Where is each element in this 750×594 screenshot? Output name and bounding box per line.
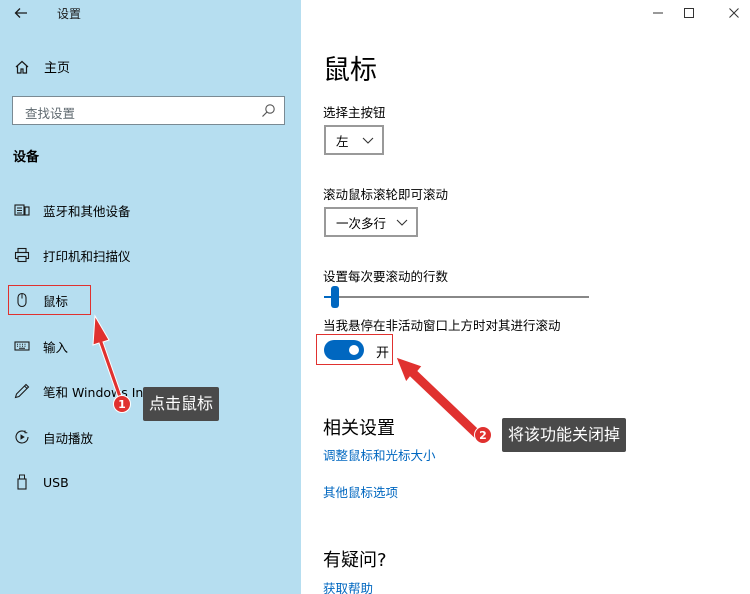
- toggle-highlight-box: [316, 334, 393, 365]
- bluetooth-devices-icon: [14, 204, 30, 216]
- sidebar-item-label: 主页: [44, 61, 71, 76]
- close-icon[interactable]: [727, 6, 741, 20]
- scroll-label: 滚动鼠标滚轮即可滚动: [323, 187, 449, 202]
- mouse-highlight-box: [8, 285, 91, 315]
- window-title: 设置: [57, 7, 82, 21]
- main-pane: 鼠标 选择主按钮 左 滚动鼠标滚轮即可滚动 一次多行 设置每次要滚动的行数 当我…: [301, 0, 750, 594]
- get-help-link[interactable]: 获取帮助: [323, 578, 373, 594]
- annotation-badge-2: 2: [474, 426, 492, 444]
- lines-slider[interactable]: [324, 286, 589, 308]
- slider-thumb[interactable]: [331, 286, 340, 308]
- additional-mouse-options-link[interactable]: 其他鼠标选项: [323, 482, 398, 501]
- primary-button-dropdown[interactable]: 左: [324, 125, 384, 155]
- keyboard-icon: [14, 341, 30, 351]
- sidebar-item-typing[interactable]: 输入: [14, 335, 68, 357]
- dropdown-value: 一次多行: [336, 215, 387, 231]
- search-input[interactable]: 查找设置: [12, 96, 285, 125]
- page-title: 鼠标: [323, 55, 377, 86]
- pen-icon: [14, 383, 30, 399]
- annotation-badge-1: 1: [113, 395, 131, 413]
- chevron-down-icon: [396, 219, 408, 226]
- inactive-scroll-label: 当我悬停在非活动窗口上方时对其进行滚动: [323, 318, 561, 333]
- lines-label: 设置每次要滚动的行数: [323, 269, 449, 284]
- sidebar-item-label: 自动播放: [43, 430, 94, 446]
- arrow-left-icon: [14, 8, 27, 18]
- back-button[interactable]: [10, 2, 32, 24]
- sidebar-item-pen[interactable]: 笔和 Windows Ink: [14, 380, 151, 402]
- sidebar-item-label: 蓝牙和其他设备: [43, 203, 131, 219]
- adjust-cursor-link[interactable]: 调整鼠标和光标大小: [323, 445, 436, 464]
- sidebar-item-bluetooth[interactable]: 蓝牙和其他设备: [14, 199, 131, 221]
- primary-button-label: 选择主按钮: [323, 105, 386, 120]
- section-title: 设备: [13, 150, 40, 165]
- search-icon[interactable]: [261, 103, 276, 118]
- search-placeholder: 查找设置: [25, 106, 76, 121]
- sidebar-item-printers[interactable]: 打印机和扫描仪: [14, 244, 131, 266]
- sidebar-item-label: 打印机和扫描仪: [43, 248, 131, 264]
- help-title: 有疑问?: [323, 550, 387, 571]
- related-settings-title: 相关设置: [323, 418, 395, 439]
- dropdown-value: 左: [336, 133, 349, 149]
- autoplay-icon: [15, 430, 29, 444]
- maximize-icon[interactable]: [682, 6, 696, 20]
- home-icon: [15, 60, 29, 74]
- sidebar-item-home[interactable]: 主页: [14, 57, 70, 76]
- sidebar-item-usb[interactable]: USB: [14, 471, 69, 493]
- chevron-down-icon: [362, 137, 374, 144]
- scroll-dropdown[interactable]: 一次多行: [324, 207, 418, 237]
- sidebar-item-label: 笔和 Windows Ink: [43, 384, 151, 400]
- sidebar-item-label: USB: [43, 474, 69, 490]
- annotation-tip-1: 点击鼠标: [143, 387, 220, 421]
- sidebar-item-autoplay[interactable]: 自动播放: [14, 426, 93, 448]
- sidebar-item-label: 输入: [43, 339, 69, 355]
- printer-icon: [14, 247, 30, 263]
- annotation-tip-2: 将该功能关闭掉: [502, 418, 627, 452]
- minimize-icon[interactable]: [651, 6, 665, 20]
- sidebar: 设置 主页 查找设置 设备 蓝牙和其他设备 打印机和扫描仪 鼠标 输入 笔和 W…: [0, 0, 301, 594]
- usb-icon: [17, 474, 27, 490]
